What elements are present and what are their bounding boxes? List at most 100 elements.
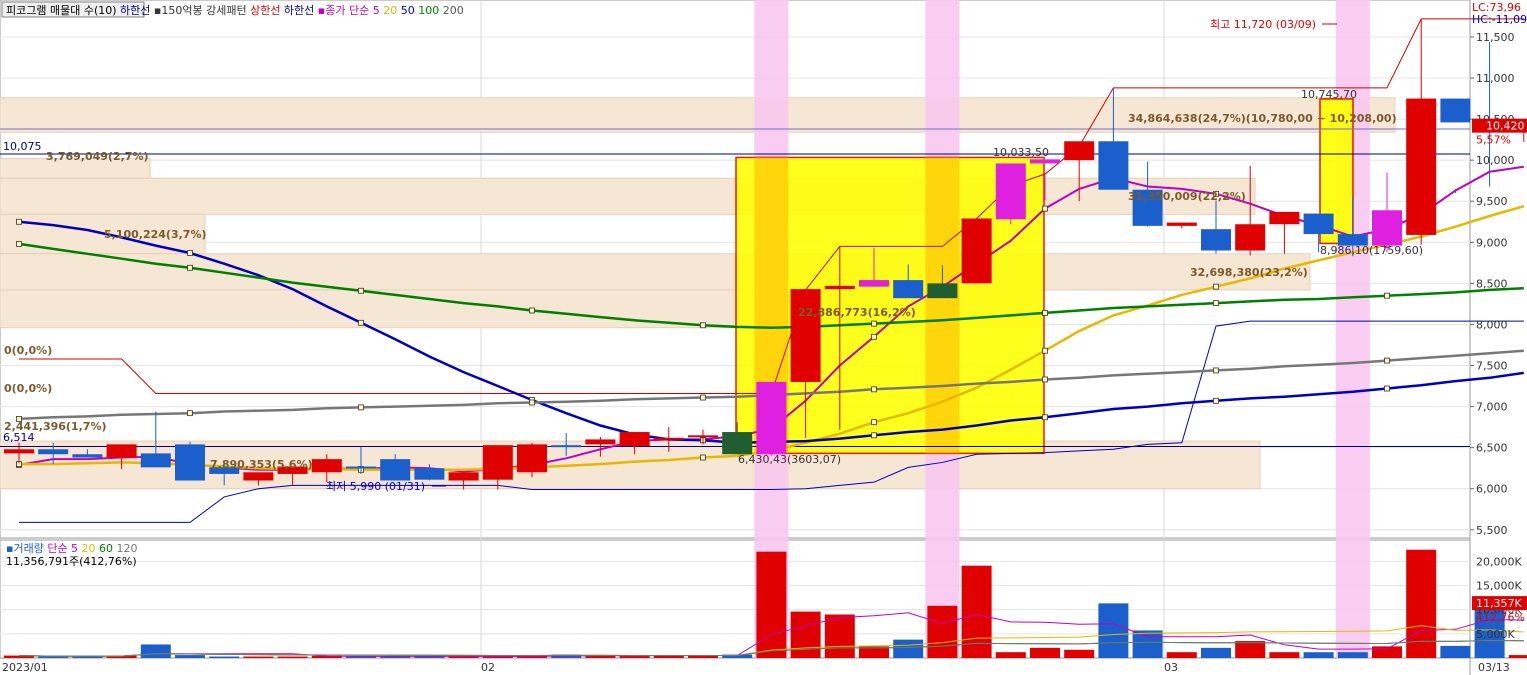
price-tick-label: 6,500 xyxy=(1476,442,1508,455)
volume-profile-label: 22,886,773(16,2%) xyxy=(798,306,916,319)
volume-bar xyxy=(1166,652,1197,658)
legend-item: ▪거래량 xyxy=(6,542,44,555)
candle-body xyxy=(859,280,889,287)
ma-marker xyxy=(871,419,877,426)
price-legend-text: 피코그램 매물대 수(10) 하한선 ▪150억봉 강세패턴 상한선 하한선 ▪… xyxy=(6,3,464,17)
legend-item: 60 xyxy=(96,542,114,555)
candle-body xyxy=(688,435,718,438)
candle-body xyxy=(448,472,479,481)
volume-bar xyxy=(1337,652,1368,658)
price-tick-label: 11,500 xyxy=(1476,31,1515,44)
ma-marker xyxy=(529,307,535,314)
volume-profile-label: 31,350,009(22,2%) xyxy=(1128,190,1246,203)
candle-body xyxy=(1030,159,1060,164)
current-volume-label: 11,357K xyxy=(1476,597,1522,610)
legend-item: 5 xyxy=(369,4,380,17)
ma-marker xyxy=(358,404,364,411)
current-change-label: 5,57% xyxy=(1476,134,1511,147)
volume-bar xyxy=(1372,646,1402,658)
date-tick-label: 2023/01 xyxy=(2,661,48,674)
volume-legend-text: ▪거래량 단순 5 20 60 120 xyxy=(6,542,138,555)
ma-marker xyxy=(358,319,364,326)
volume-bar xyxy=(1030,647,1060,658)
volume-bar xyxy=(790,611,821,658)
volume-bar xyxy=(756,551,787,658)
price-tick-label: 9,000 xyxy=(1476,236,1508,249)
volume-bar xyxy=(1508,655,1527,658)
ma-marker xyxy=(358,287,364,294)
legend-item: 피코그램 매물대 수(10) xyxy=(6,4,117,17)
legend-item: 200 xyxy=(439,4,464,17)
box1-high-label: 10,033,50 xyxy=(993,146,1049,159)
ma-marker xyxy=(1213,283,1219,290)
volume-bar xyxy=(277,656,308,658)
candle-body xyxy=(517,444,547,473)
legend-item: 하한선 xyxy=(280,3,314,17)
date-tick-label: 02 xyxy=(481,661,495,674)
candle-body xyxy=(1372,210,1402,246)
volume-tick-label: 20,000K xyxy=(1476,555,1522,568)
volume-bar xyxy=(1098,603,1129,658)
candle-body xyxy=(175,444,205,481)
volume-bar xyxy=(1235,641,1266,658)
candle-body xyxy=(414,468,445,480)
candle-body xyxy=(106,444,137,458)
current-price-label: 10,420 xyxy=(1486,120,1525,133)
stock-chart[interactable]: 11,50011,00010,50010,0009,5009,0008,5008… xyxy=(0,0,1527,675)
candle-body xyxy=(1235,224,1266,251)
candle-body xyxy=(1303,213,1334,235)
volume-bar xyxy=(1201,647,1231,658)
box1-low-label: 6,430,43(3603,07) xyxy=(738,453,841,466)
profile-band xyxy=(0,253,1311,291)
price-tick-label: 8,500 xyxy=(1476,277,1508,290)
volume-bar xyxy=(893,639,924,658)
candle-body xyxy=(346,466,376,469)
candle-body xyxy=(653,437,684,440)
legend-item: 20 xyxy=(78,542,96,555)
candle-body xyxy=(1166,222,1197,226)
ma-marker xyxy=(16,218,22,225)
ma-marker xyxy=(700,322,706,329)
price-tick-label: 5,500 xyxy=(1476,524,1508,537)
volume-bar xyxy=(824,614,855,658)
ma-marker xyxy=(529,399,535,406)
candle-body xyxy=(893,280,924,299)
volume-profile-label: 0(0,0%) xyxy=(4,344,52,357)
low-label: 최저 5,990 (01/31) xyxy=(326,480,425,493)
ma-marker xyxy=(16,241,22,247)
ma-marker xyxy=(1213,397,1219,404)
candle-body xyxy=(72,454,103,458)
volume-bar xyxy=(1269,652,1300,658)
ma-marker xyxy=(187,250,193,256)
price-tick-label: 10,000 xyxy=(1476,154,1515,167)
legend-item: 120 xyxy=(113,542,138,555)
candle-body xyxy=(482,445,513,480)
volume-bar xyxy=(1440,645,1471,658)
candle-body xyxy=(1201,229,1231,251)
candle-body xyxy=(619,432,650,447)
ma-marker xyxy=(1042,414,1048,421)
candle-body xyxy=(790,289,821,382)
current-volume-change: 412,76% xyxy=(1476,611,1525,624)
price-tick-label: 6,000 xyxy=(1476,483,1508,496)
legend-item: 단순 5 xyxy=(44,542,78,555)
candle-body xyxy=(38,449,69,455)
ma-marker xyxy=(871,333,877,340)
volume-bar xyxy=(175,655,205,658)
candle-body xyxy=(140,453,171,468)
ma-marker xyxy=(1384,385,1390,392)
pattern-box-1-col xyxy=(925,157,960,454)
box2-high-label: 10,745,70 xyxy=(1301,88,1357,101)
ma-marker xyxy=(1213,300,1219,306)
ref-10075-label: 10,075 xyxy=(3,140,42,153)
volume-bar xyxy=(243,656,274,658)
ma-marker xyxy=(871,386,877,393)
candle-body xyxy=(551,445,582,448)
price-tick-label: 7,000 xyxy=(1476,401,1508,414)
candle-body xyxy=(4,449,34,454)
volume-bar xyxy=(619,656,650,658)
candle-body xyxy=(1098,141,1129,190)
legend-item: 20 xyxy=(380,4,398,17)
ma-marker xyxy=(700,394,706,401)
candle-body xyxy=(243,472,274,481)
